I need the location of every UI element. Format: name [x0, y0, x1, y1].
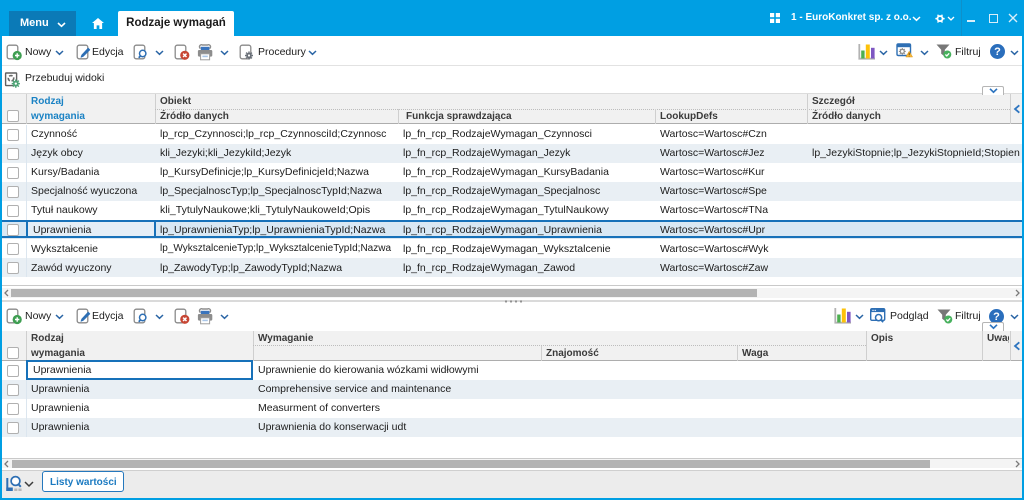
svg-text:?: ? [994, 46, 1001, 58]
svg-text:?: ? [993, 311, 1000, 323]
